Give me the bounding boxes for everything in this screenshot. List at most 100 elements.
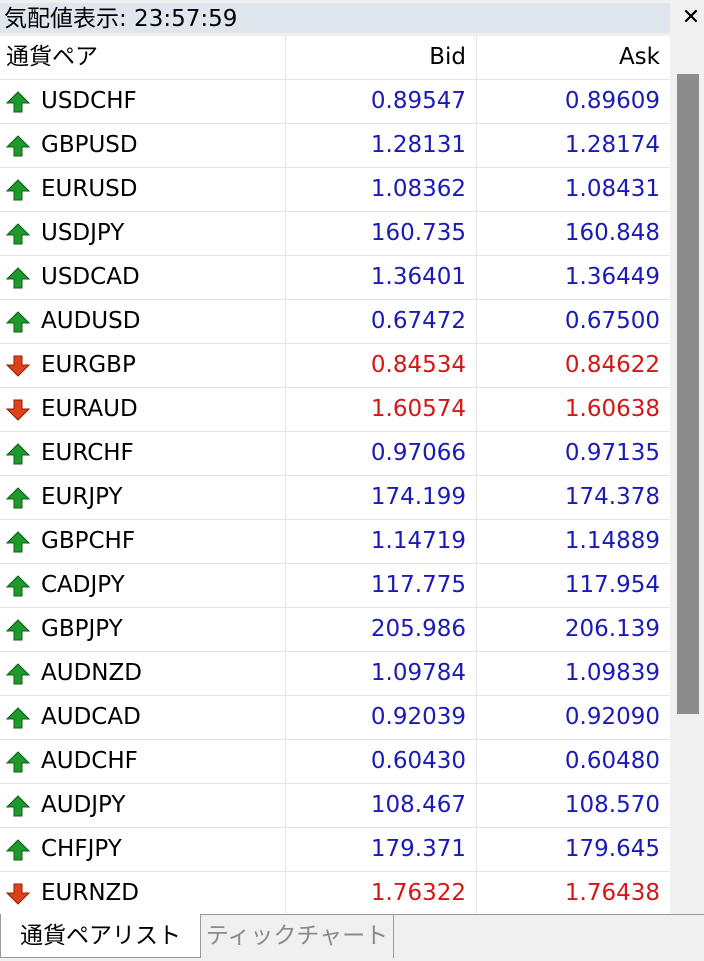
table-row[interactable]: EURCHF 0.97066 0.97135: [0, 432, 670, 476]
symbol-cell: GBPCHF: [0, 520, 286, 563]
tab-symbols[interactable]: 通貨ペアリスト: [0, 914, 201, 958]
arrow-up-icon: [6, 619, 30, 641]
market-watch-table: 通貨ペア Bid Ask USDCHF 0.89547 0.89609 GBPUSD 1…: [0, 36, 670, 914]
arrow-up-icon: [6, 179, 30, 201]
header-symbol[interactable]: 通貨ペア: [0, 36, 286, 79]
ask-cell: 1.60638: [564, 396, 660, 422]
symbol-cell: EURNZD: [0, 872, 286, 914]
table-row[interactable]: AUDNZD 1.09784 1.09839: [0, 652, 670, 696]
table-row[interactable]: AUDCHF 0.60430 0.60480: [0, 740, 670, 784]
symbol-label: CADJPY: [41, 572, 125, 598]
symbol-cell: CHFJPY: [0, 828, 286, 871]
arrow-up-icon: [6, 311, 30, 333]
bid-cell: 1.60574: [286, 388, 477, 431]
bid-cell: 108.467: [286, 784, 477, 827]
symbol-label: AUDCAD: [41, 704, 141, 730]
arrow-up-icon: [6, 575, 30, 597]
ask-cell: 0.60480: [564, 748, 660, 774]
table-row[interactable]: USDCAD 1.36401 1.36449: [0, 256, 670, 300]
ask-cell: 1.14889: [564, 528, 660, 554]
ask-cell: 0.92090: [564, 704, 660, 730]
arrow-up-icon: [6, 795, 30, 817]
symbol-label: GBPCHF: [41, 528, 136, 554]
table-row[interactable]: EURUSD 1.08362 1.08431: [0, 168, 670, 212]
symbol-label: EURAUD: [41, 396, 138, 422]
bid-cell: 0.60430: [286, 740, 477, 783]
symbol-label: USDCHF: [41, 88, 137, 114]
table-row[interactable]: EURGBP 0.84534 0.84622: [0, 344, 670, 388]
bid-cell: 0.67472: [286, 300, 477, 343]
arrow-down-icon: [6, 355, 30, 377]
symbol-label: USDCAD: [41, 264, 140, 290]
ask-cell: 0.89609: [564, 88, 660, 114]
symbol-cell: EURAUD: [0, 388, 286, 431]
symbol-cell: AUDCAD: [0, 696, 286, 739]
ask-cell: 0.67500: [564, 308, 660, 334]
ask-cell: 1.76438: [564, 880, 660, 906]
table-row[interactable]: AUDJPY 108.467 108.570: [0, 784, 670, 828]
arrow-up-icon: [6, 223, 30, 245]
table-row[interactable]: USDJPY 160.735 160.848: [0, 212, 670, 256]
ask-cell: 117.954: [564, 572, 660, 598]
symbol-cell: USDCAD: [0, 256, 286, 299]
table-row[interactable]: GBPCHF 1.14719 1.14889: [0, 520, 670, 564]
arrow-down-icon: [6, 883, 30, 905]
symbol-cell: GBPJPY: [0, 608, 286, 651]
symbol-cell: USDCHF: [0, 80, 286, 123]
header-bid[interactable]: Bid: [286, 36, 477, 79]
table-row[interactable]: EURNZD 1.76322 1.76438: [0, 872, 670, 914]
scrollbar-thumb[interactable]: [677, 74, 699, 714]
arrow-up-icon: [6, 443, 30, 465]
arrow-up-icon: [6, 751, 30, 773]
arrow-up-icon: [6, 267, 30, 289]
bid-cell: 0.92039: [286, 696, 477, 739]
symbol-cell: EURGBP: [0, 344, 286, 387]
bid-cell: 0.84534: [286, 344, 477, 387]
symbol-label: AUDNZD: [41, 660, 142, 686]
symbol-cell: AUDJPY: [0, 784, 286, 827]
ask-cell: 1.36449: [564, 264, 660, 290]
symbol-label: EURGBP: [41, 352, 136, 378]
table-row[interactable]: GBPUSD 1.28131 1.28174: [0, 124, 670, 168]
bid-cell: 1.08362: [286, 168, 477, 211]
bid-cell: 1.76322: [286, 872, 477, 914]
arrow-up-icon: [6, 135, 30, 157]
table-row[interactable]: AUDUSD 0.67472 0.67500: [0, 300, 670, 344]
tab-tick-chart[interactable]: ティックチャート: [201, 914, 394, 958]
symbol-cell: EURCHF: [0, 432, 286, 475]
header-ask[interactable]: Ask: [477, 36, 670, 79]
bid-cell: 1.36401: [286, 256, 477, 299]
symbol-label: AUDJPY: [41, 792, 126, 818]
table-row[interactable]: CHFJPY 179.371 179.645: [0, 828, 670, 872]
bid-cell: 117.775: [286, 564, 477, 607]
symbol-label: GBPJPY: [41, 616, 123, 642]
ask-cell: 108.570: [564, 792, 660, 818]
symbol-cell: CADJPY: [0, 564, 286, 607]
table-row[interactable]: CADJPY 117.775 117.954: [0, 564, 670, 608]
arrow-up-icon: [6, 531, 30, 553]
tab-bar: 通貨ペアリスト ティックチャート: [0, 914, 704, 961]
table-row[interactable]: GBPJPY 205.986 206.139: [0, 608, 670, 652]
symbol-cell: AUDUSD: [0, 300, 286, 343]
symbol-label: AUDUSD: [41, 308, 141, 334]
bid-cell: 1.28131: [286, 124, 477, 167]
ask-cell: 179.645: [564, 836, 660, 862]
ask-cell: 1.08431: [564, 176, 660, 202]
bid-cell: 174.199: [286, 476, 477, 519]
symbol-cell: EURJPY: [0, 476, 286, 519]
table-row[interactable]: EURAUD 1.60574 1.60638: [0, 388, 670, 432]
symbol-label: AUDCHF: [41, 748, 138, 774]
table-row[interactable]: USDCHF 0.89547 0.89609: [0, 80, 670, 124]
vertical-scrollbar[interactable]: [670, 36, 704, 914]
arrow-up-icon: [6, 663, 30, 685]
window-title: 気配値表示: 23:57:59: [4, 6, 238, 32]
close-icon[interactable]: ✕: [678, 4, 704, 32]
symbol-label: USDJPY: [41, 220, 125, 246]
table-row[interactable]: AUDCAD 0.92039 0.92090: [0, 696, 670, 740]
symbol-label: CHFJPY: [41, 836, 122, 862]
table-row[interactable]: EURJPY 174.199 174.378: [0, 476, 670, 520]
arrow-up-icon: [6, 707, 30, 729]
bid-cell: 205.986: [286, 608, 477, 651]
bid-cell: 0.89547: [286, 80, 477, 123]
ask-cell: 160.848: [564, 220, 660, 246]
